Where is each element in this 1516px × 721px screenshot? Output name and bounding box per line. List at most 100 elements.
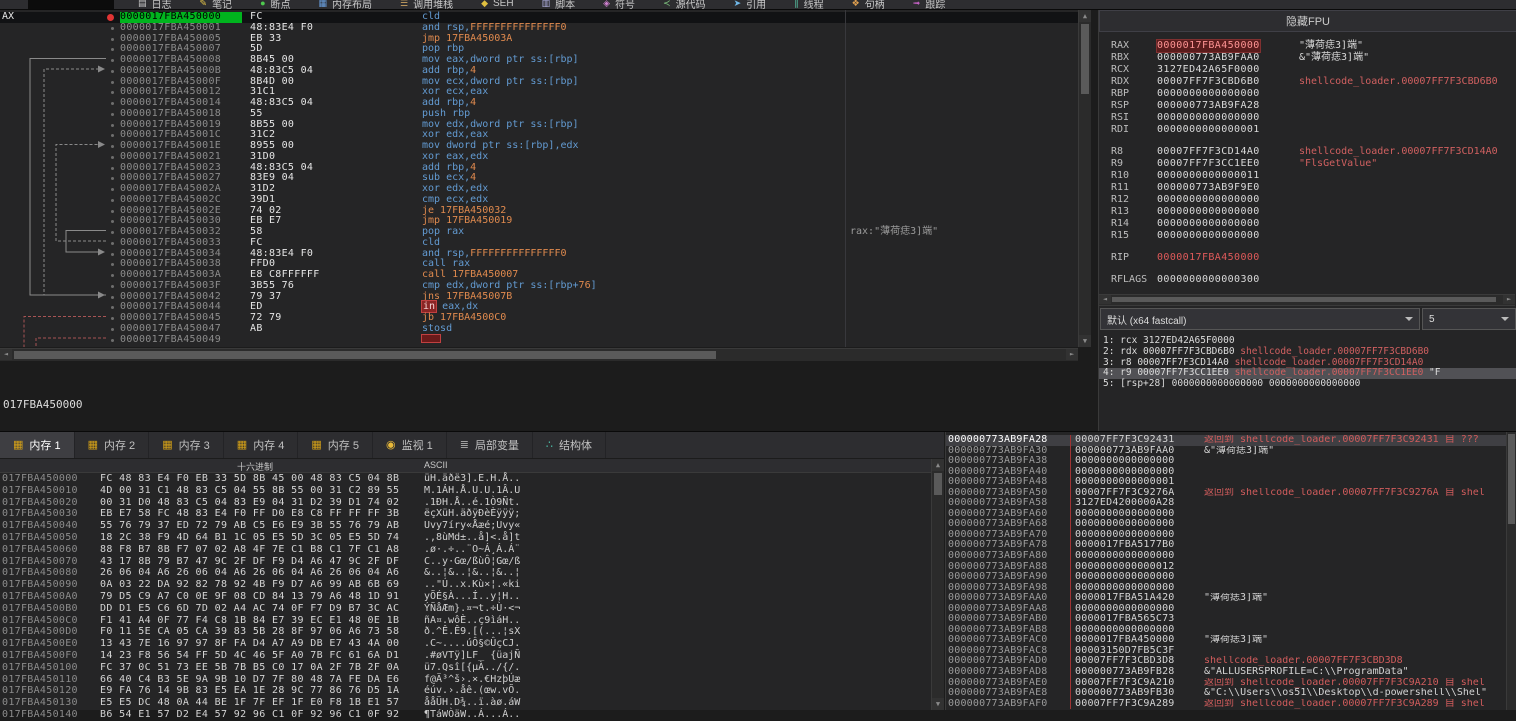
dump-row[interactable]: 017FBA450140B6 54 E1 57 D2 E4 57 92 96 C… <box>0 709 930 721</box>
register-row[interactable]: R130000000000000000 <box>1099 206 1516 218</box>
toolbar-tab[interactable]: ✎笔记 <box>187 0 246 10</box>
memory-dump-pane[interactable]: 十六进制 ASCII 017FBA450000FC 48 83 E4 F0 EB… <box>0 459 944 710</box>
toolbar-tab[interactable]: ➤引用 <box>721 0 780 10</box>
toolbar-tab[interactable]: ▦内存布局 <box>306 0 386 10</box>
dump-row[interactable]: 017FBA4500E013 43 7E 16 97 97 8F FA D4 A… <box>0 638 930 650</box>
toolbar-tab[interactable]: ≺源代码 <box>650 0 719 10</box>
register-row[interactable]: RFLAGS0000000000000300 <box>1099 274 1516 286</box>
toolbar-tab-label: 日志 <box>152 0 172 10</box>
bottom-tab-局部变量[interactable]: ≣局部变量 <box>447 432 533 458</box>
toolbar-tab[interactable]: ☰调用堆栈 <box>387 0 466 10</box>
argument-depth-select[interactable]: 5 <box>1422 308 1516 330</box>
disasm-row[interactable]: 0000017FBA45000148:83E4 F0and rsp,FFFFFF… <box>0 23 1078 34</box>
disasm-row[interactable]: 0000017FBA450049 <box>0 335 1078 346</box>
toolbar-tab[interactable]: ▤日志 <box>125 0 185 10</box>
disasm-row[interactable]: 0000017FBA450047ABstosd <box>0 324 1078 335</box>
dump-row[interactable]: 017FBA45006088 F8 B7 8B F7 07 02 A8 4F 7… <box>0 544 930 556</box>
register-row[interactable]: R140000000000000000 <box>1099 218 1516 230</box>
register-row[interactable]: R120000000000000000 <box>1099 194 1516 206</box>
toolbar-tab[interactable]: ➟跟踪 <box>900 0 959 10</box>
toolbar-tab-label: 符号 <box>615 0 635 10</box>
scroll-left-icon[interactable]: ◄ <box>1099 295 1111 304</box>
dump-row[interactable]: 017FBA45002000 31 D0 48 83 C5 04 83 E9 0… <box>0 497 930 509</box>
disassembly-vscrollbar[interactable]: ▲ ▼ <box>1078 10 1091 347</box>
scroll-down-icon[interactable]: ▼ <box>932 698 944 710</box>
dump-row[interactable]: 017FBA4500900A 03 22 DA 92 82 78 92 4B F… <box>0 579 930 591</box>
bottom-tab-监视-1[interactable]: ◉监视 1 <box>373 432 447 458</box>
bottom-tab-内存-4[interactable]: ▦内存 4 <box>224 432 299 458</box>
toolbar-tab[interactable]: ◈符号 <box>590 0 648 10</box>
disassembly-pane[interactable]: 0000017FBA450000FCcld0000017FBA45000148:… <box>0 10 1078 347</box>
dump-row[interactable]: 017FBA45011066 40 C4 B3 5E 9A 9B 10 D7 7… <box>0 674 930 686</box>
stack-vscrollbar[interactable] <box>1506 432 1516 710</box>
dump-row[interactable]: 017FBA450120E9 FA 76 14 9B 83 E5 EA 1E 2… <box>0 685 930 697</box>
stack-row[interactable]: 000000773AB9FAF000007FF7F3C9A289返回到 shel… <box>946 699 1507 710</box>
stack-pane[interactable]: 000000773AB9FA2800007FF7F3C92431返回到 shel… <box>945 432 1516 710</box>
toolbar-tab[interactable]: ●断点 <box>247 0 303 10</box>
dump-hex-bytes: E9 FA 76 14 9B 83 E5 EA 1E 28 9C 77 86 7… <box>100 685 399 697</box>
disasm-row[interactable]: 0000017FBA45002131D0xor eax,edx <box>0 152 1078 163</box>
stack-row[interactable]: 000000773AB9FA800000000000000000 <box>946 551 1507 562</box>
dump-vscrollbar[interactable]: ▲ ▼ <box>931 459 944 710</box>
register-gap <box>1099 136 1516 146</box>
dump-hex-bytes: 4D 00 31 C1 48 83 C5 04 55 8B 55 00 31 C… <box>100 485 399 497</box>
bottom-tab-内存-2[interactable]: ▦内存 2 <box>75 432 150 458</box>
scroll-up-icon[interactable]: ▲ <box>1079 10 1091 22</box>
toolbar-tab[interactable]: ◆SEH <box>468 0 526 10</box>
register-value: 0000017FBA450000 <box>1157 252 1260 264</box>
disassembly-hscrollbar[interactable]: ◄ ► <box>0 348 1078 361</box>
scroll-up-icon[interactable]: ▲ <box>932 459 944 471</box>
stack-row[interactable]: 000000773AB9FA2800007FF7F3C92431返回到 shel… <box>946 435 1507 446</box>
dump-row[interactable]: 017FBA45005018 2C 38 F9 4D 64 B1 1C 05 E… <box>0 532 930 544</box>
bottom-tab-内存-1[interactable]: ▦内存 1 <box>0 432 75 458</box>
disasm-row[interactable]: 0000017FBA45003F3B55 76cmp edx,dword ptr… <box>0 281 1078 292</box>
register-row[interactable]: R11000000773AB9F9E0 <box>1099 182 1516 194</box>
register-row[interactable]: R800007FF7F3CD14A0shellcode_loader.00007… <box>1099 146 1516 158</box>
dump-row[interactable]: 017FBA4500F014 23 F8 56 54 FF 5D 4C 46 5… <box>0 650 930 662</box>
bottom-tab-内存-3[interactable]: ▦内存 3 <box>149 432 224 458</box>
register-name: RCX <box>1111 64 1129 76</box>
register-row[interactable]: RDX00007FF7F3CBD6B0shellcode_loader.0000… <box>1099 76 1516 88</box>
dump-row[interactable]: 017FBA450130E5 E5 DC 48 0A 44 BE 1F 7F E… <box>0 697 930 709</box>
scroll-right-icon[interactable]: ► <box>1503 295 1515 304</box>
register-row[interactable]: RSI0000000000000000 <box>1099 112 1516 124</box>
bottom-tab-结构体[interactable]: ∴结构体 <box>533 432 606 458</box>
register-row[interactable]: RBP0000000000000000 <box>1099 88 1516 100</box>
scroll-left-icon[interactable]: ◄ <box>0 349 12 360</box>
stack-row[interactable]: 000000773AB9FAD8000000773AB9FB28&"ALLUSE… <box>946 667 1507 678</box>
register-row[interactable]: RCX3127ED42A65F0000 <box>1099 64 1516 76</box>
dump-row[interactable]: 017FBA450030EB E7 58 FC 48 83 E4 F0 FF D… <box>0 508 930 520</box>
dump-row[interactable]: 017FBA450000FC 48 83 E4 F0 EB 33 5D 8B 4… <box>0 473 930 485</box>
dump-address: 017FBA450030 <box>2 508 78 520</box>
dump-row[interactable]: 017FBA4500D0F0 11 5E CA 05 CA 39 83 5B 2… <box>0 626 930 638</box>
dump-row[interactable]: 017FBA45008026 06 04 A6 26 06 04 A6 26 0… <box>0 567 930 579</box>
disasm-row[interactable]: 0000017FBA45002C39D1cmp ecx,edx <box>0 195 1078 206</box>
register-row[interactable]: RBX000000773AB9FAA0&"薄荷痣3]端" <box>1099 52 1516 64</box>
register-row[interactable]: RDI0000000000000001 <box>1099 124 1516 136</box>
dump-row[interactable]: 017FBA450100FC 37 0C 51 73 EE 5B 7B B5 C… <box>0 662 930 674</box>
register-row[interactable]: RIP0000017FBA450000 <box>1099 252 1516 264</box>
scroll-right-icon[interactable]: ► <box>1066 349 1078 360</box>
toolbar-tab[interactable]: ∥线程 <box>781 0 837 10</box>
registers-hscrollbar[interactable]: ◄ ► <box>1099 294 1515 306</box>
toolbar-tab[interactable]: ▥脚本 <box>529 0 589 10</box>
register-row[interactable]: R150000000000000000 <box>1099 230 1516 242</box>
toolbar-tabs: ▤日志✎笔记●断点▦内存布局☰调用堆栈◆SEH▥脚本◈符号≺源代码➤引用∥线程❖… <box>0 0 1516 10</box>
dump-row[interactable]: 017FBA45004055 76 79 37 ED 72 79 AB C5 E… <box>0 520 930 532</box>
register-row[interactable]: R900007FF7F3CC1EE0"FlsGetValue" <box>1099 158 1516 170</box>
argument-row[interactable]: 5: [rsp+28] 0000000000000000 00000000000… <box>1099 379 1516 390</box>
toolbar-tab[interactable]: ❖句柄 <box>839 0 898 10</box>
dump-row[interactable]: 017FBA4500C0F1 41 A4 0F 77 F4 C8 1B 84 E… <box>0 615 930 627</box>
disasm-address: 0000017FBA450047 <box>120 324 242 335</box>
register-row[interactable]: RAX0000017FBA450000"薄荷痣3]端" <box>1099 40 1516 52</box>
register-row[interactable]: R100000000000000011 <box>1099 170 1516 182</box>
register-row[interactable]: RSP000000773AB9FA28 <box>1099 100 1516 112</box>
hide-fpu-button[interactable]: 隐藏FPU <box>1099 10 1516 32</box>
dump-row[interactable]: 017FBA45007043 17 8B 79 B7 47 9C 2F DF F… <box>0 556 930 568</box>
bottom-tab-内存-5[interactable]: ▦内存 5 <box>298 432 373 458</box>
calling-convention-select[interactable]: 默认 (x64 fastcall) <box>1100 308 1420 330</box>
dump-row[interactable]: 017FBA4500104D 00 31 C1 48 83 C5 04 55 8… <box>0 485 930 497</box>
dump-row[interactable]: 017FBA4500A079 D5 C9 A7 C0 0E 9F 08 CD 8… <box>0 591 930 603</box>
dump-row[interactable]: 017FBA4500B0DD D1 E5 C6 6D 7D 02 A4 AC 7… <box>0 603 930 615</box>
scroll-down-icon[interactable]: ▼ <box>1079 335 1091 347</box>
